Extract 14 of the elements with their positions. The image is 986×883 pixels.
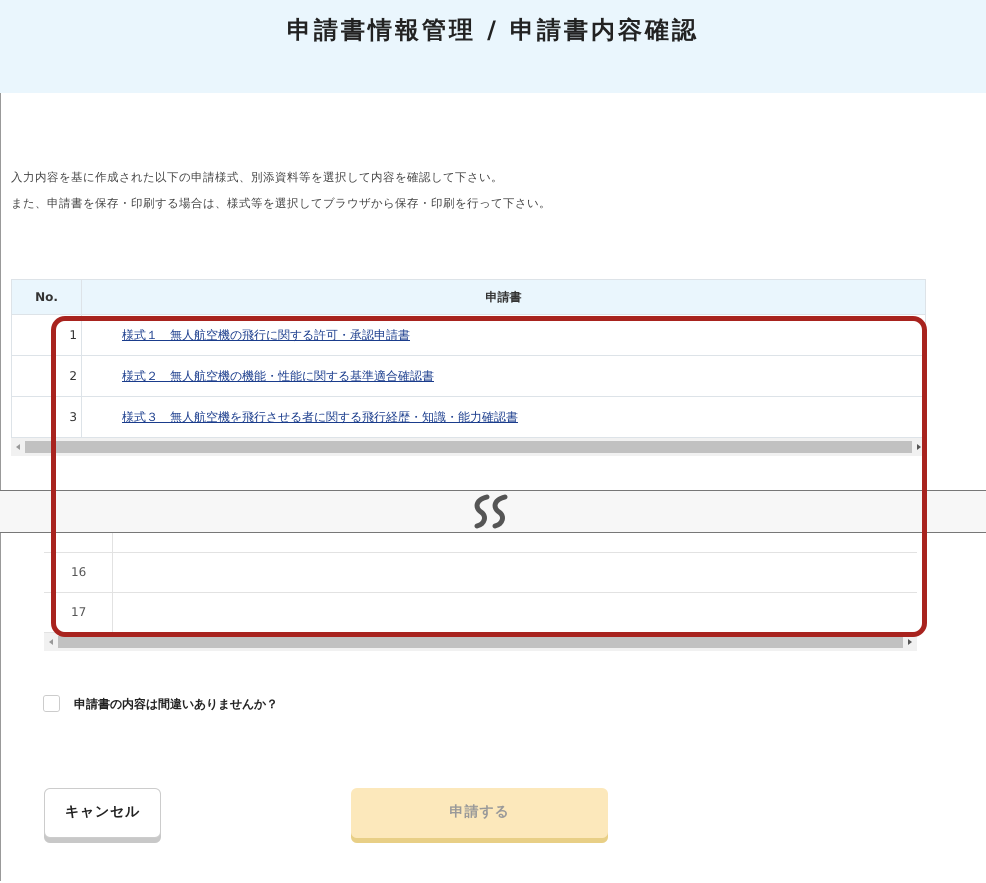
checkbox-label: 申請書の内容は間違いありませんか？ (74, 696, 278, 712)
instruction-text: 入力内容を基に作成された以下の申請様式、別添資料等を選択して内容を確認して下さい。 (11, 169, 504, 186)
row-number: 17 (44, 592, 112, 632)
row-number: 16 (44, 552, 112, 592)
form-link[interactable]: 様式２ 無人航空機の機能・性能に関する基準適合確認書 (122, 369, 434, 383)
row-number: 2 (12, 356, 82, 396)
instruction-text: また、申請書を保存・印刷する場合は、様式等を選択してブラウザから保存・印刷を行って下さい。 (11, 195, 552, 212)
row-number: 1 (12, 314, 82, 356)
column-header: 申請書 (82, 280, 926, 314)
column-header: No. (12, 280, 82, 314)
confirm-checkbox[interactable] (43, 695, 60, 712)
form-link[interactable]: 様式３ 無人航空機を飛行させる者に関する飛行経歴・知識・能力確認書 (122, 410, 518, 424)
page-title: 申請書情報管理 / 申請書内容確認 (286, 15, 700, 46)
form-link[interactable]: 様式１ 無人航空機の飛行に関する許可・承認申請書 (122, 328, 410, 342)
